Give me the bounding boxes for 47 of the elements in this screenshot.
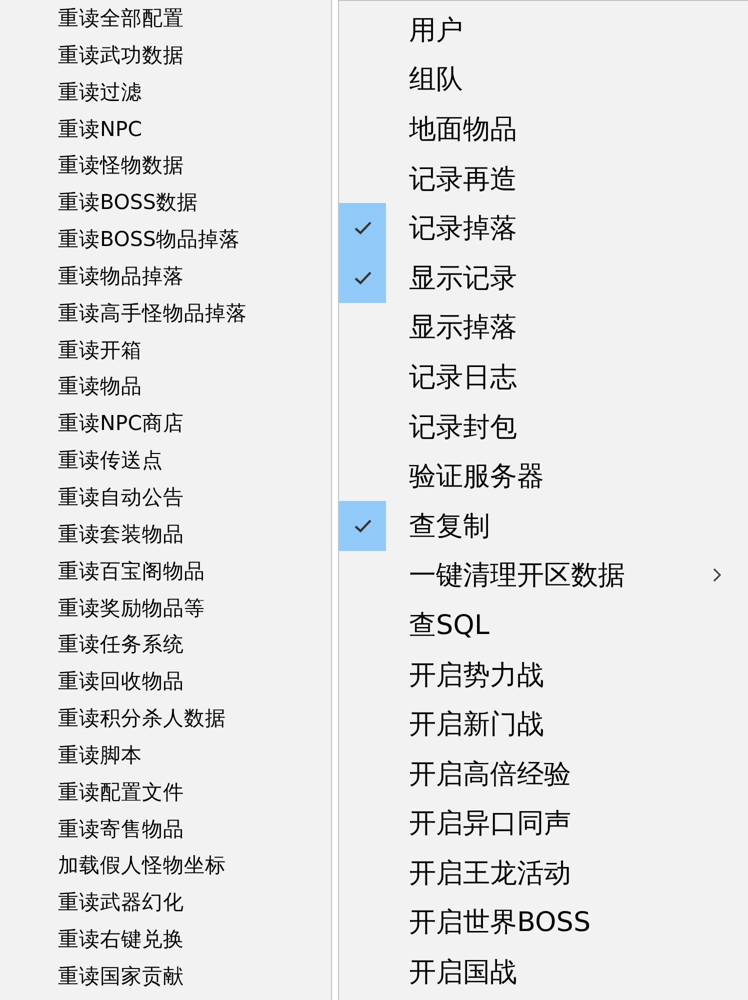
menu-item[interactable]: 重读过滤	[0, 74, 331, 111]
menu-item[interactable]: 开启高倍经验	[339, 748, 748, 798]
menu-item[interactable]: 组队	[339, 54, 748, 104]
menu-item[interactable]: 重读开箱	[0, 332, 331, 368]
menu-item[interactable]: 重读右键兑换	[0, 921, 331, 958]
menu-item[interactable]: 记录掉落	[339, 203, 748, 253]
menu-item[interactable]: 重读积分杀人数据	[0, 700, 331, 737]
menu-item[interactable]: 重读任务系统	[0, 626, 331, 664]
menu-item[interactable]: 记录封包	[339, 402, 748, 452]
menu-item[interactable]: 重读物品掉落	[0, 258, 331, 295]
menu-item[interactable]: 重读回收物品	[0, 663, 331, 700]
menu-item[interactable]: 显示记录	[339, 252, 748, 303]
menu-item[interactable]: 开启王龙活动	[339, 848, 748, 898]
menu-item[interactable]: 开启世界BOSS	[339, 898, 748, 948]
menu-item[interactable]: 开启新门战	[339, 699, 748, 749]
menu-item[interactable]: 记录日志	[339, 352, 748, 402]
menu-item[interactable]: 记录再造	[339, 154, 748, 204]
menu-item[interactable]: 重读BOSS数据	[0, 184, 331, 222]
menu-item[interactable]: 开启异口同声	[339, 798, 748, 848]
menu-item[interactable]: 重读武器幻化	[0, 884, 331, 922]
menu-item[interactable]: 一键清理开区数据	[339, 550, 748, 600]
menu-item[interactable]: 用户	[339, 5, 748, 55]
menu-item[interactable]: 重读全部配置	[0, 0, 331, 37]
menu-item[interactable]: 查SQL	[339, 600, 748, 650]
menu-item[interactable]: 加载假人怪物坐标	[0, 847, 331, 884]
menu-item[interactable]: 重读套装物品	[0, 516, 331, 553]
menu-item[interactable]: 重读传送点	[0, 442, 331, 479]
menu-item[interactable]: 重读怪物数据	[0, 147, 331, 184]
menu-item[interactable]: 重读NPC商店	[0, 405, 331, 442]
menu-item[interactable]: 地面物品	[339, 104, 748, 154]
menu-item[interactable]: 开启势力战	[339, 650, 748, 700]
menu-item[interactable]: 开启国战	[339, 947, 748, 997]
menu-item[interactable]: 重读脚本	[0, 736, 331, 774]
menu-item[interactable]: 重读物品	[0, 368, 331, 406]
menu-item[interactable]: 重读高手怪物品掉落	[0, 294, 331, 332]
menu-item[interactable]: 查复制	[339, 500, 748, 551]
menu-item[interactable]: 重读配置文件	[0, 774, 331, 811]
menu-item[interactable]: 重读奖励物品等	[0, 590, 331, 626]
menu-item[interactable]: 重读寄售物品	[0, 810, 331, 848]
menu-item[interactable]: 重读BOSS物品掉落	[0, 221, 331, 258]
menu-item[interactable]: 重读武功数据	[0, 36, 331, 74]
menu-item[interactable]: 重读百宝阁物品	[0, 552, 331, 590]
menu-item[interactable]: 重读自动公告	[0, 478, 331, 516]
menu-item[interactable]: 验证服务器	[339, 451, 748, 501]
menu-item[interactable]: 重读国家贡献	[0, 958, 331, 995]
menu-item[interactable]: 重读NPC	[0, 110, 331, 148]
menu-item[interactable]: 显示掉落	[339, 302, 748, 352]
